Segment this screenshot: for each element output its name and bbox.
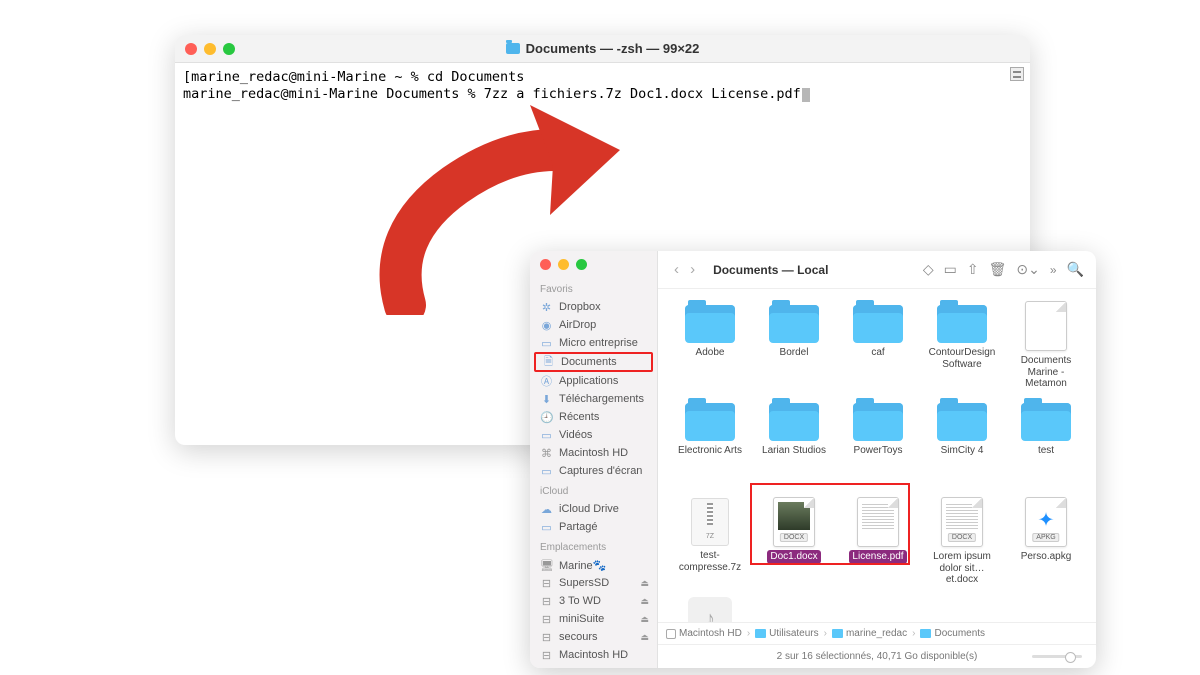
folder-icon bbox=[937, 305, 987, 343]
document-icon: DOCX bbox=[941, 497, 983, 547]
file-item-larian[interactable]: Larian Studios bbox=[756, 397, 832, 489]
trash-icon[interactable]: 🗑 bbox=[989, 261, 1007, 278]
finder-window: Favoris ✲Dropbox ◉AirDrop ▭Micro entrepr… bbox=[530, 251, 1096, 668]
file-item-ea[interactable]: Electronic Arts bbox=[672, 397, 748, 489]
view-icon[interactable]: ▭ bbox=[944, 261, 957, 278]
window-controls bbox=[185, 43, 235, 55]
file-item-adobe[interactable]: Adobe bbox=[672, 299, 748, 391]
file-item-documents-marine[interactable]: Documents Marine - Metamon bbox=[1008, 299, 1084, 391]
sidebar-item-telechargements[interactable]: ⬇Téléchargements bbox=[530, 390, 657, 408]
folder-icon bbox=[853, 403, 903, 441]
forward-button[interactable]: › bbox=[686, 261, 699, 278]
folder-icon bbox=[685, 305, 735, 343]
file-item-bordel[interactable]: Bordel bbox=[756, 299, 832, 391]
file-item-perso[interactable]: ✦APKGPerso.apkg bbox=[1008, 495, 1084, 587]
path-seg-user[interactable]: marine_redac bbox=[832, 628, 907, 639]
window-controls bbox=[530, 259, 657, 278]
path-seg-hd[interactable]: Macintosh HD bbox=[666, 628, 742, 639]
file-item-test[interactable]: test bbox=[1008, 397, 1084, 489]
sidebar-item-videos[interactable]: ▭Vidéos bbox=[530, 426, 657, 444]
status-bar: 2 sur 16 sélectionnés, 40,71 Go disponib… bbox=[658, 644, 1096, 668]
sidebar-item-applications[interactable]: ⒶApplications bbox=[530, 372, 657, 390]
sidebar-item-supersd[interactable]: ⊟SupersSD⏏ bbox=[530, 574, 657, 592]
sidebar-item-icloud-drive[interactable]: ☁iCloud Drive bbox=[530, 500, 657, 518]
share-icon[interactable]: ⇧ bbox=[967, 261, 979, 278]
sidebar-section-favoris: Favoris bbox=[530, 278, 657, 298]
minimize-button[interactable] bbox=[204, 43, 216, 55]
path-bar[interactable]: Macintosh HD › Utilisateurs › marine_red… bbox=[658, 622, 1096, 644]
sidebar-item-macintosh-hd-2[interactable]: ⊟Macintosh HD bbox=[530, 646, 657, 664]
sidebar-item-minisuite[interactable]: ⊟miniSuite⏏ bbox=[530, 610, 657, 628]
folder-icon bbox=[853, 305, 903, 343]
sidebar-item-macintosh-hd[interactable]: ⌘Macintosh HD bbox=[530, 444, 657, 462]
sidebar-item-airdrop[interactable]: ◉AirDrop bbox=[530, 316, 657, 334]
terminal-title: Documents — -zsh — 99×22 bbox=[506, 41, 700, 56]
sidebar-item-3towd[interactable]: ⊟3 To WD⏏ bbox=[530, 592, 657, 610]
finder-sidebar: Favoris ✲Dropbox ◉AirDrop ▭Micro entrepr… bbox=[530, 251, 658, 668]
eject-icon[interactable]: ⏏ bbox=[640, 632, 649, 643]
tag-icon[interactable]: ◇ bbox=[923, 261, 934, 278]
folder-icon bbox=[769, 403, 819, 441]
terminal-line-1: [marine_redac@mini-Marine ~ % cd Documen… bbox=[183, 69, 524, 85]
terminal-line-2: marine_redac@mini-Marine Documents % 7zz… bbox=[183, 86, 801, 102]
sidebar-item-marine[interactable]: 🖥Marine🐾 bbox=[530, 556, 657, 574]
finder-main: ‹ › Documents — Local ◇ ▭ ⇧ 🗑 ⊙⌄ » 🔍 Ado… bbox=[658, 251, 1096, 668]
icon-size-slider[interactable] bbox=[1032, 655, 1082, 658]
file-item-contour[interactable]: ContourDesignSoftware bbox=[924, 299, 1000, 391]
folder-icon bbox=[937, 403, 987, 441]
path-seg-users[interactable]: Utilisateurs bbox=[755, 628, 818, 639]
document-icon bbox=[857, 497, 899, 547]
file-item-lorem[interactable]: DOCXLorem ipsum dolor sit…et.docx bbox=[924, 495, 1000, 587]
sidebar-section-emplacements: Emplacements bbox=[530, 536, 657, 556]
more-icon[interactable]: ⊙⌄ bbox=[1016, 261, 1039, 278]
sidebar-item-secours[interactable]: ⊟secours⏏ bbox=[530, 628, 657, 646]
zoom-button[interactable] bbox=[576, 259, 587, 270]
close-button[interactable] bbox=[185, 43, 197, 55]
minimize-button[interactable] bbox=[558, 259, 569, 270]
scrollbar-icon[interactable] bbox=[1010, 67, 1024, 81]
sidebar-section-icloud: iCloud bbox=[530, 480, 657, 500]
archive-icon: 7Z bbox=[691, 498, 729, 546]
file-item-doc1[interactable]: DOCXDoc1.docx bbox=[756, 495, 832, 587]
toolbar-title: Documents — Local bbox=[713, 263, 828, 277]
sidebar-item-micro[interactable]: ▭Micro entreprise bbox=[530, 334, 657, 352]
folder-icon bbox=[1021, 403, 1071, 441]
file-item-caf[interactable]: caf bbox=[840, 299, 916, 391]
file-item-simcity[interactable]: SimCity 4 bbox=[924, 397, 1000, 489]
eject-icon[interactable]: ⏏ bbox=[640, 614, 649, 625]
sidebar-item-recents[interactable]: 🕘Récents bbox=[530, 408, 657, 426]
search-icon[interactable]: 🔍 bbox=[1067, 261, 1084, 278]
audio-icon: ♪ bbox=[688, 597, 732, 622]
eject-icon[interactable]: ⏏ bbox=[640, 578, 649, 589]
file-item-test-compresse[interactable]: 7Ztest-compresse.7z bbox=[672, 495, 748, 587]
document-icon: ✦APKG bbox=[1025, 497, 1067, 547]
finder-toolbar: ‹ › Documents — Local ◇ ▭ ⇧ 🗑 ⊙⌄ » 🔍 bbox=[658, 251, 1096, 289]
status-text: 2 sur 16 sélectionnés, 40,71 Go disponib… bbox=[777, 651, 978, 662]
close-button[interactable] bbox=[540, 259, 551, 270]
document-icon: DOCX bbox=[773, 497, 815, 547]
expand-icon[interactable]: » bbox=[1050, 263, 1057, 277]
file-item-powertoys[interactable]: PowerToys bbox=[840, 397, 916, 489]
terminal-titlebar: Documents — -zsh — 99×22 bbox=[175, 35, 1030, 63]
document-icon bbox=[1025, 301, 1067, 351]
terminal-title-text: Documents — -zsh — 99×22 bbox=[526, 41, 700, 56]
folder-icon bbox=[506, 43, 520, 54]
file-item-license[interactable]: License.pdf bbox=[840, 495, 916, 587]
sidebar-item-partage[interactable]: ▭Partagé bbox=[530, 518, 657, 536]
file-grid[interactable]: Adobe Bordel caf ContourDesignSoftware D… bbox=[658, 289, 1096, 622]
cursor bbox=[802, 88, 810, 102]
folder-icon bbox=[685, 403, 735, 441]
terminal-output[interactable]: [marine_redac@mini-Marine ~ % cd Documen… bbox=[175, 63, 1030, 109]
back-button[interactable]: ‹ bbox=[670, 261, 683, 278]
path-seg-documents[interactable]: Documents bbox=[920, 628, 985, 639]
nav-arrows: ‹ › bbox=[670, 261, 699, 278]
sidebar-item-captures[interactable]: ▭Captures d'écran bbox=[530, 462, 657, 480]
file-item-safari-caf[interactable]: ♪Safari (9 Feb 23.17).caf bbox=[672, 593, 748, 622]
sidebar-item-documents[interactable]: 🗎Documents bbox=[534, 352, 653, 372]
zoom-button[interactable] bbox=[223, 43, 235, 55]
eject-icon[interactable]: ⏏ bbox=[640, 596, 649, 607]
sidebar-item-dropbox[interactable]: ✲Dropbox bbox=[530, 298, 657, 316]
folder-icon bbox=[769, 305, 819, 343]
